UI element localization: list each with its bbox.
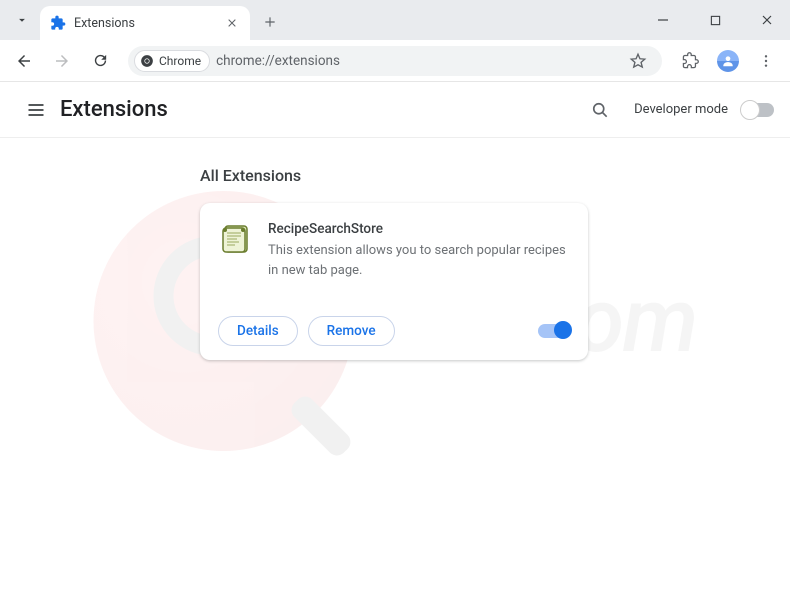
bookmark-button[interactable] [624,47,652,75]
search-icon [590,100,610,120]
window-titlebar: Extensions [0,0,790,40]
developer-mode-label: Developer mode [634,102,728,117]
extension-card: RecipeSearchStore This extension allows … [200,203,588,360]
maximize-icon [710,15,721,26]
close-window-button[interactable] [750,5,784,35]
chrome-icon [140,54,154,68]
hamburger-menu-button[interactable] [16,90,56,130]
extension-description: This extension allows you to search popu… [268,241,570,280]
dots-vertical-icon [758,53,774,69]
back-button[interactable] [8,45,40,77]
address-bar[interactable]: Chrome chrome://extensions [128,46,662,76]
maximize-button[interactable] [698,5,732,35]
minimize-button[interactable] [646,5,680,35]
extension-enable-toggle[interactable] [538,324,570,338]
star-icon [629,52,647,70]
hamburger-icon [26,100,46,120]
search-extensions-button[interactable] [580,90,620,130]
extensions-button[interactable] [674,45,706,77]
extension-icon [218,221,254,257]
minimize-icon [657,14,669,26]
details-button[interactable]: Details [218,316,298,346]
puzzle-icon [50,15,66,31]
chrome-chip-label: Chrome [159,54,201,68]
arrow-back-icon [15,52,33,70]
close-icon [227,18,237,28]
url-text: chrome://extensions [216,53,618,69]
browser-toolbar: Chrome chrome://extensions [0,40,790,82]
tab-title: Extensions [74,16,216,31]
developer-mode-toggle[interactable] [742,103,774,117]
chevron-down-icon [15,13,29,27]
tab-search-dropdown[interactable] [8,6,36,34]
new-tab-button[interactable] [256,8,284,36]
plus-icon [263,15,277,29]
extension-name: RecipeSearchStore [268,221,570,237]
reload-button[interactable] [84,45,116,77]
profile-button[interactable] [712,45,744,77]
puzzle-outline-icon [682,52,699,69]
avatar-icon [717,50,739,72]
remove-button[interactable]: Remove [308,316,395,346]
browser-tab[interactable]: Extensions [40,6,250,40]
arrow-forward-icon [53,52,71,70]
page-title: Extensions [60,97,168,122]
tab-close-button[interactable] [224,15,240,31]
menu-button[interactable] [750,45,782,77]
section-title: All Extensions [200,166,766,185]
close-icon [761,14,773,26]
reload-icon [92,52,109,69]
extensions-content: All Extensions RecipeSearchStore This ex… [0,138,790,388]
window-controls [646,0,784,40]
extensions-header: Extensions Developer mode [0,82,790,138]
chrome-chip[interactable]: Chrome [134,50,210,72]
forward-button[interactable] [46,45,78,77]
